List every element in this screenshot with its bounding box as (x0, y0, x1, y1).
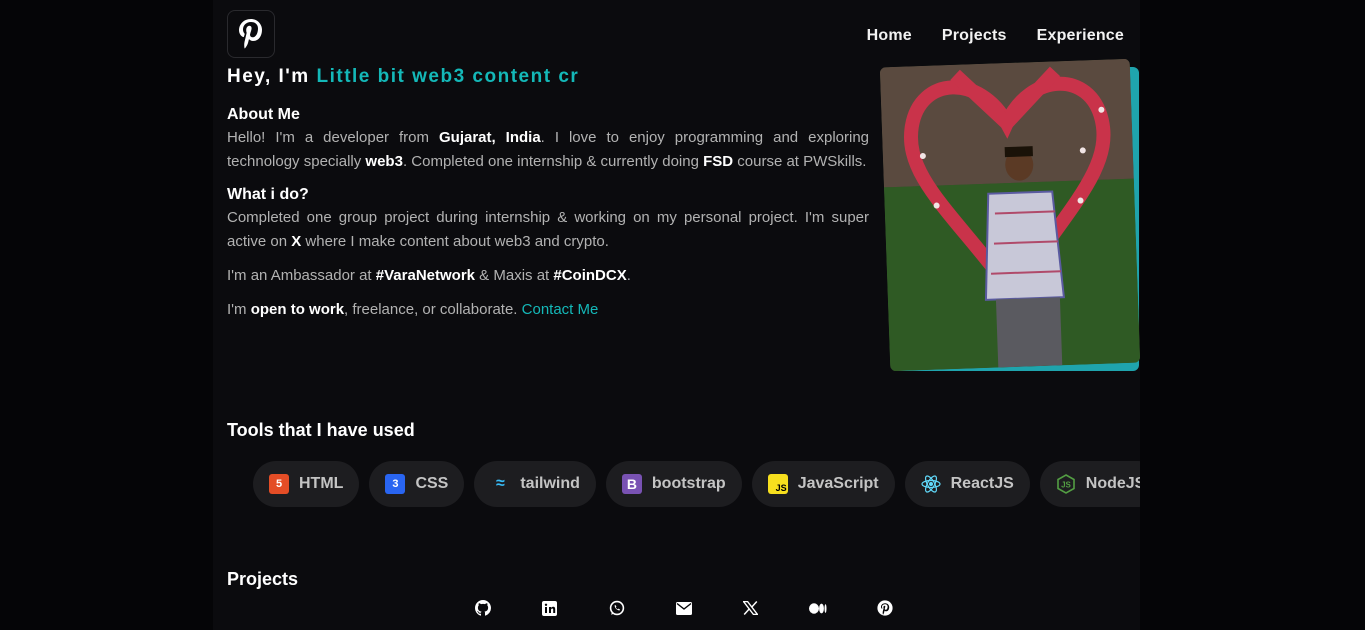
text: . Completed one internship & currently d… (402, 153, 704, 170)
medium-icon (808, 602, 826, 614)
open-to-work-highlight: open to work (250, 301, 345, 318)
text: Hello! I'm a developer from (227, 129, 439, 146)
tool-label: CSS (415, 475, 449, 492)
text: I'm (227, 301, 251, 318)
svg-text:JS: JS (1061, 481, 1071, 490)
vara-network-highlight: #VaraNetwork (375, 267, 476, 284)
nodejs-icon: JS (1056, 474, 1076, 494)
about-paragraph-intro: Hello! I'm a developer from Gujarat, Ind… (227, 126, 869, 174)
tool-chip-bootstrap: B bootstrap (605, 461, 742, 507)
about-paragraph-open-to-work: I'm open to work, freelance, or collabor… (227, 298, 869, 322)
nav-home[interactable]: Home (867, 27, 912, 45)
social-footer (449, 596, 918, 620)
main-nav: Home Projects Experience (867, 27, 1124, 45)
tool-chip-css: 3 CSS (369, 461, 465, 507)
text: I'm an Ambassador at (227, 267, 376, 284)
github-icon (474, 600, 491, 616)
linkedin-icon (542, 600, 557, 616)
whatsapp-icon (609, 600, 624, 616)
contact-me-link[interactable]: Contact Me (522, 301, 599, 318)
text: & Maxis at (475, 267, 554, 284)
tool-label: NodeJS (1085, 475, 1140, 492)
coindcx-highlight: #CoinDCX (553, 267, 627, 284)
profile-photo-frame (879, 58, 1141, 372)
text: where I make content about web3 and cryp… (301, 233, 609, 250)
fsd-highlight: FSD (703, 153, 734, 170)
hero-greeting: Hey, I'm (227, 66, 317, 87)
tools-title: Tools that I have used (227, 420, 415, 440)
tool-chip-react: ReactJS (904, 461, 1030, 507)
tool-chip-tailwind: ≈ tailwind (474, 461, 596, 507)
github-link[interactable] (449, 596, 516, 620)
linkedin-link[interactable] (516, 596, 583, 620)
about-heading: About Me (227, 106, 300, 123)
text: . (626, 267, 631, 284)
about-section: About Me Hello! I'm a developer from Guj… (227, 104, 869, 322)
email-icon (675, 601, 692, 615)
tools-list: 5 HTML 3 CSS ≈ tailwind B bootstrap JS J… (253, 461, 1140, 507)
tool-chip-nodejs: JS NodeJS (1039, 461, 1140, 507)
tailwind-icon: ≈ (495, 475, 505, 492)
hero-typed-text: Little bit web3 content cr (316, 66, 580, 87)
web3-highlight: web3 (365, 153, 403, 170)
javascript-icon: JS (767, 474, 788, 494)
hero-title: Hey, I'm Little bit web3 content cr (227, 66, 579, 88)
text: course at PWSkills. (733, 153, 867, 170)
tool-chip-html: 5 HTML (253, 461, 360, 507)
x-highlight: X (291, 233, 302, 250)
tool-label: HTML (299, 475, 344, 492)
profile-photo (879, 58, 1141, 372)
pinterest-icon (876, 600, 893, 616)
pinterest-link[interactable] (851, 596, 918, 620)
pinterest-logo-button[interactable] (227, 10, 275, 58)
tool-label: tailwind (520, 475, 580, 492)
tool-label: JavaScript (797, 475, 879, 492)
about-paragraph-ambassador: I'm an Ambassador at #VaraNetwork & Maxi… (227, 264, 869, 288)
about-paragraph-work: Completed one group project during inter… (227, 206, 869, 254)
react-icon (921, 474, 941, 494)
text: , freelance, or collaborate. (344, 301, 522, 318)
email-link[interactable] (650, 596, 717, 620)
css3-icon: 3 (385, 474, 406, 494)
what-i-do-heading: What i do? (227, 186, 309, 203)
tool-chip-javascript: JS JavaScript (751, 461, 895, 507)
tool-label: ReactJS (950, 475, 1014, 492)
nav-projects[interactable]: Projects (942, 27, 1007, 45)
html5-icon: 5 (269, 474, 289, 494)
tool-label: bootstrap (651, 475, 726, 492)
x-link[interactable] (717, 596, 784, 620)
whatsapp-link[interactable] (583, 596, 650, 620)
medium-link[interactable] (784, 596, 851, 620)
page-container: Home Projects Experience Hey, I'm Little… (213, 0, 1141, 630)
nav-experience[interactable]: Experience (1037, 27, 1124, 45)
pinterest-icon (239, 19, 262, 49)
projects-title: Projects (227, 569, 299, 589)
x-icon (743, 601, 758, 615)
bootstrap-icon: B (621, 474, 642, 494)
location-highlight: Gujarat, India (439, 129, 541, 146)
